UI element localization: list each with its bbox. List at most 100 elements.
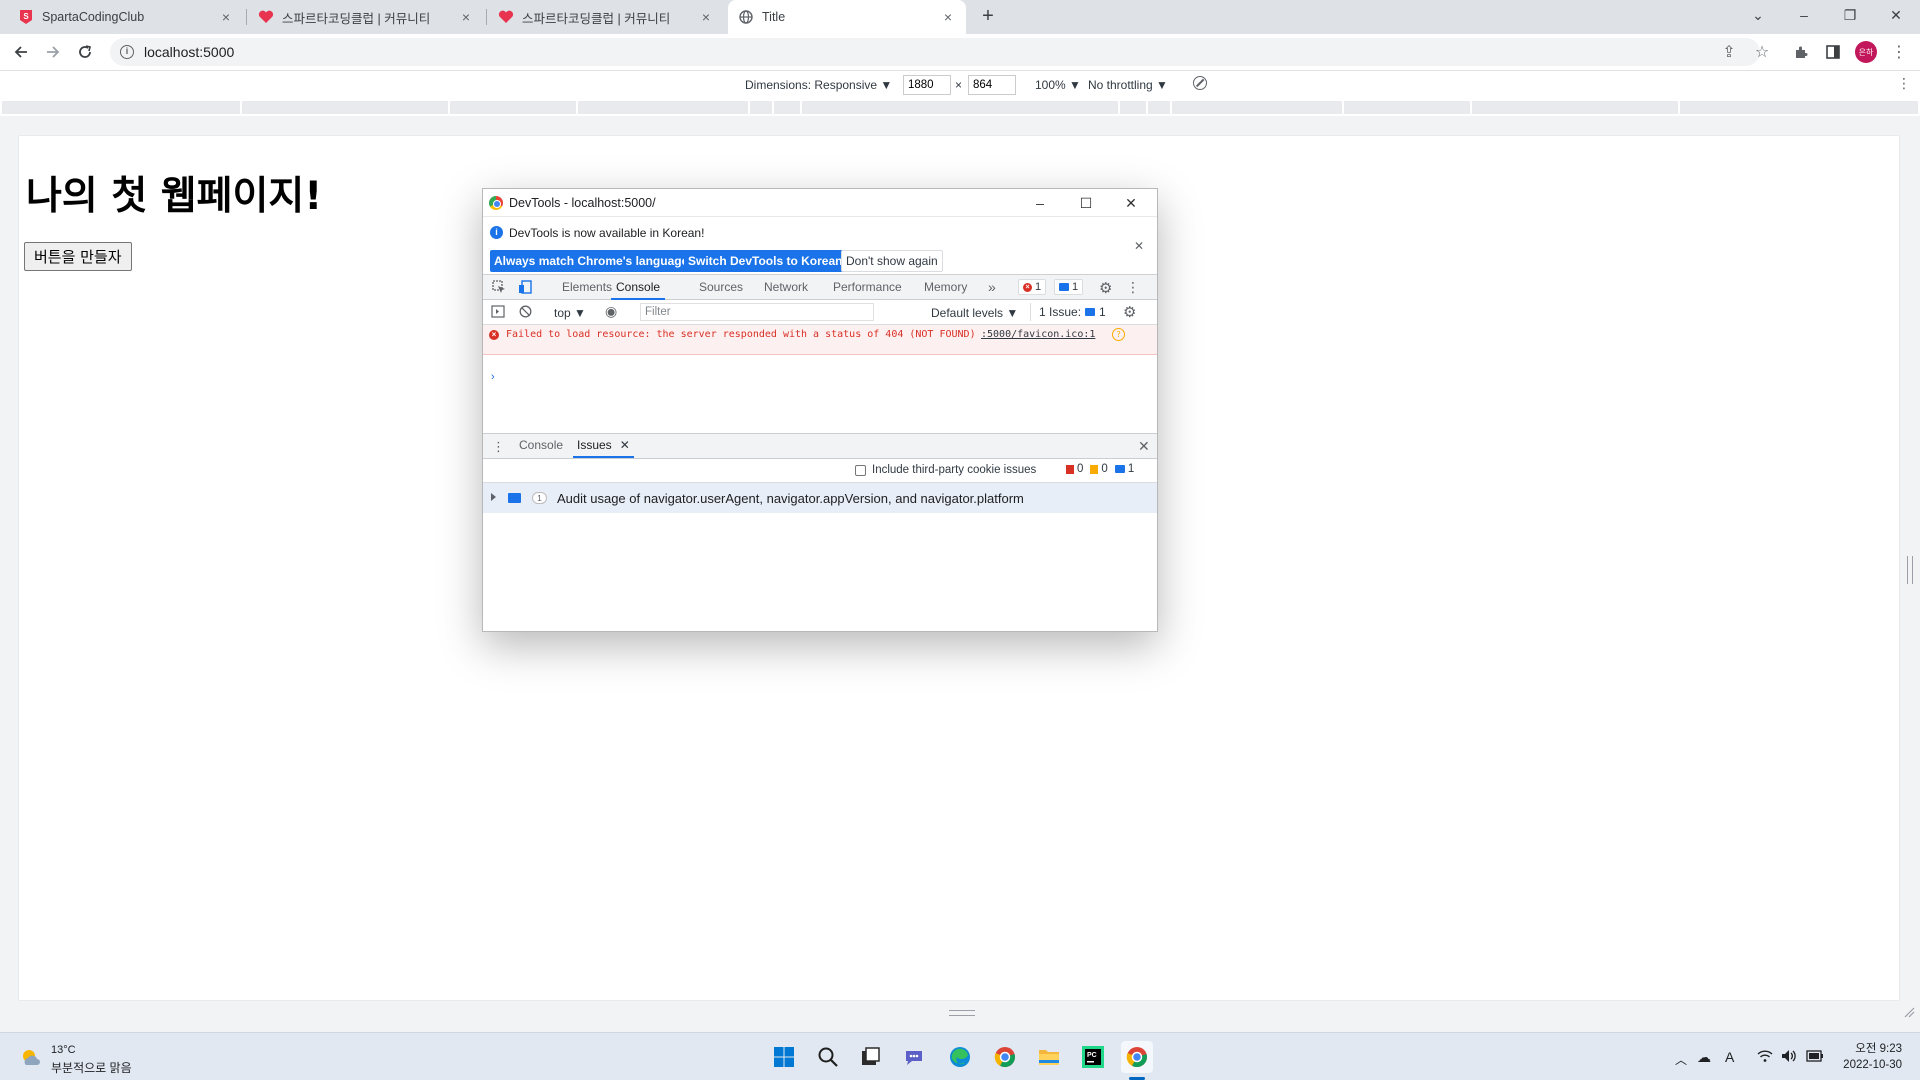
viewport-width-input[interactable]: [903, 75, 951, 95]
search-icon[interactable]: [812, 1041, 844, 1073]
file-explorer-task-icon[interactable]: [854, 1041, 886, 1073]
inspect-element-icon[interactable]: [492, 280, 506, 297]
media-query-segment[interactable]: [1472, 101, 1678, 114]
console-settings-icon[interactable]: ⚙: [1123, 303, 1136, 321]
media-query-segment[interactable]: [774, 101, 800, 114]
resize-corner-icon[interactable]: [1903, 1006, 1915, 1018]
back-icon[interactable]: [9, 40, 33, 64]
chrome-icon[interactable]: [1121, 1041, 1153, 1073]
clear-console-icon[interactable]: [519, 305, 532, 321]
tab-community-2[interactable]: 스파르타코딩클럽 | 커뮤니티 ×: [488, 0, 724, 34]
side-panel-icon[interactable]: [1821, 40, 1845, 64]
weather-partly-cloudy-icon[interactable]: [20, 1047, 42, 1069]
volume-icon[interactable]: [1781, 1049, 1797, 1066]
error-count-badge[interactable]: × 1: [1018, 279, 1047, 295]
close-icon[interactable]: ×: [458, 9, 474, 25]
expand-triangle-icon[interactable]: [491, 493, 496, 501]
more-tabs-icon[interactable]: »: [988, 275, 996, 300]
chevron-up-icon[interactable]: ︿: [1675, 1051, 1687, 1068]
weather-temperature[interactable]: 13°C: [51, 1044, 76, 1056]
media-query-segment[interactable]: [1344, 101, 1470, 114]
media-query-segment[interactable]: [802, 101, 1118, 114]
console-error-message[interactable]: × Failed to load resource: the server re…: [483, 325, 1157, 355]
error-source-link[interactable]: :5000/favicon.ico:1: [981, 329, 1095, 340]
issue-row[interactable]: 1 Audit usage of navigator.userAgent, na…: [483, 483, 1157, 513]
zoom-dropdown[interactable]: 100% ▼: [1035, 78, 1081, 92]
rotate-icon[interactable]: [1193, 76, 1207, 90]
media-query-segment[interactable]: [750, 101, 772, 114]
profile-avatar[interactable]: 은하: [1855, 41, 1877, 63]
dimensions-dropdown[interactable]: Dimensions: Responsive ▼: [745, 78, 892, 92]
tab-sources[interactable]: Sources: [699, 275, 743, 300]
onedrive-cloud-icon[interactable]: ☁: [1697, 1049, 1711, 1066]
media-query-segment[interactable]: [1680, 101, 1918, 114]
media-query-segment[interactable]: [450, 101, 576, 114]
windows-start-icon[interactable]: [768, 1041, 800, 1073]
resize-handle-right[interactable]: [1907, 556, 1913, 584]
ime-indicator[interactable]: A: [1725, 1049, 1734, 1065]
reload-icon[interactable]: [73, 40, 97, 64]
weather-description[interactable]: 부분적으로 맑음: [51, 1059, 132, 1076]
maximize-icon[interactable]: ☐: [1076, 193, 1096, 213]
close-icon[interactable]: ×: [940, 9, 956, 25]
media-query-segment[interactable]: [1172, 101, 1342, 114]
console-prompt[interactable]: ›: [491, 371, 495, 383]
minimize-icon[interactable]: –: [1781, 0, 1827, 30]
bookmark-star-icon[interactable]: ☆: [1750, 40, 1774, 64]
media-query-segment[interactable]: [578, 101, 748, 114]
viewport-height-input[interactable]: [968, 75, 1016, 95]
forward-icon[interactable]: [41, 40, 65, 64]
media-query-segment[interactable]: [1148, 101, 1170, 114]
dont-show-again-button[interactable]: Don't show again: [841, 250, 943, 272]
drawer-menu-icon[interactable]: ⋮: [492, 439, 505, 455]
throttling-dropdown[interactable]: No throttling ▼: [1088, 78, 1168, 92]
chrome-menu-icon[interactable]: ⋮: [1887, 40, 1911, 64]
wifi-icon[interactable]: [1757, 1049, 1773, 1066]
lightbulb-icon[interactable]: ?: [1112, 328, 1125, 341]
restore-icon[interactable]: ❐: [1827, 0, 1873, 30]
settings-icon[interactable]: ⚙: [1099, 279, 1112, 297]
make-button[interactable]: 버튼을 만들자: [24, 242, 132, 271]
tab-title-active[interactable]: Title ×: [728, 0, 966, 34]
extensions-icon[interactable]: [1789, 40, 1813, 64]
tab-network[interactable]: Network: [764, 275, 808, 300]
minimize-icon[interactable]: –: [1030, 193, 1050, 213]
tab-console[interactable]: Console: [611, 275, 666, 300]
battery-icon[interactable]: [1806, 1049, 1824, 1065]
close-icon[interactable]: ×: [218, 9, 234, 25]
tab-spartacodingclub[interactable]: S SpartaCodingClub ×: [8, 0, 244, 34]
edge-icon[interactable]: [944, 1041, 976, 1073]
address-bar[interactable]: i localhost:5000: [110, 38, 1760, 66]
folder-icon[interactable]: [1033, 1041, 1065, 1073]
close-icon[interactable]: ✕: [1121, 193, 1141, 213]
media-query-segment[interactable]: [242, 101, 448, 114]
share-icon[interactable]: ⇪: [1717, 40, 1741, 64]
customize-menu-icon[interactable]: ⋮: [1126, 279, 1140, 296]
tab-community-1[interactable]: 스파르타코딩클럽 | 커뮤니티 ×: [248, 0, 484, 34]
device-toggle-icon[interactable]: [518, 280, 532, 297]
url-text[interactable]: localhost:5000: [144, 44, 234, 60]
pycharm-icon[interactable]: PC: [1077, 1041, 1109, 1073]
issues-button[interactable]: 1 Issue: 1: [1030, 303, 1106, 321]
chrome-icon[interactable]: [989, 1041, 1021, 1073]
teams-icon[interactable]: [899, 1041, 931, 1073]
close-drawer-icon[interactable]: ✕: [1138, 438, 1150, 455]
sidebar-toggle-icon[interactable]: [491, 305, 505, 321]
message-count-badge[interactable]: 1: [1054, 279, 1084, 295]
close-icon[interactable]: ✕: [620, 434, 630, 456]
media-query-segment[interactable]: [2, 101, 240, 114]
tab-elements[interactable]: Elements: [562, 275, 612, 300]
system-clock[interactable]: 오전 9:23 2022-10-30: [1832, 1041, 1902, 1073]
drawer-tab-console[interactable]: Console: [519, 434, 563, 458]
third-party-checkbox[interactable]: [855, 465, 866, 476]
resize-handle-bottom[interactable]: [949, 1010, 975, 1016]
site-info-icon[interactable]: i: [120, 45, 134, 59]
log-levels-dropdown[interactable]: Default levels ▼: [931, 306, 1018, 320]
drawer-tab-issues[interactable]: Issues ✕: [573, 434, 634, 458]
tab-search-icon[interactable]: ⌄: [1735, 0, 1781, 30]
device-options-icon[interactable]: ⋮: [1897, 75, 1911, 92]
context-selector[interactable]: top ▼: [554, 306, 586, 320]
live-expression-eye-icon[interactable]: ◉: [605, 303, 617, 320]
new-tab-button[interactable]: +: [976, 5, 1000, 29]
console-filter-input[interactable]: Filter: [640, 303, 874, 321]
